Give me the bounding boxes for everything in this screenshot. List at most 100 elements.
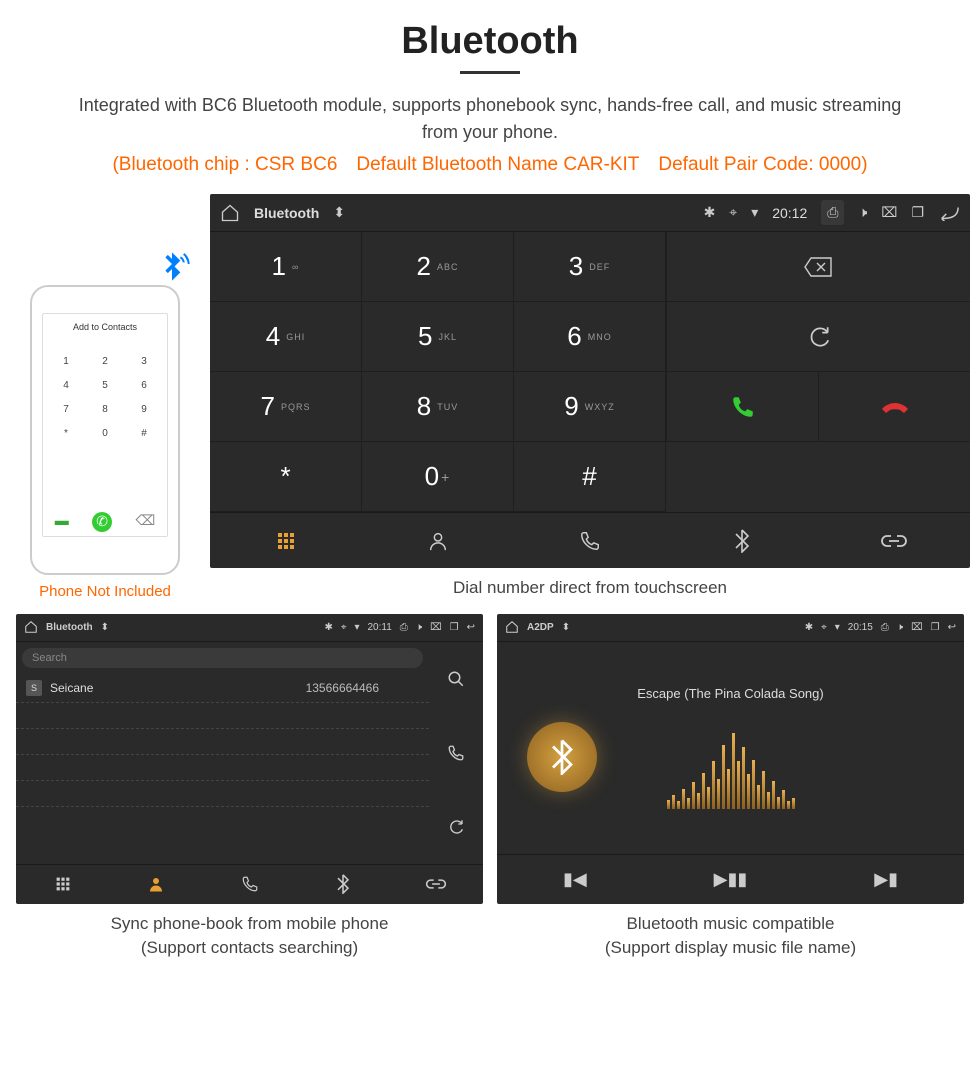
close-app-icon[interactable]: ⌧ — [911, 622, 923, 633]
key-3[interactable]: 3DEF — [514, 232, 666, 302]
tab-pair[interactable] — [390, 865, 483, 904]
phone-header: Add to Contacts — [47, 318, 163, 336]
key-7[interactable]: 7PQRS — [210, 372, 362, 442]
search-input[interactable]: Search — [22, 648, 423, 668]
phone-mockup: Add to Contacts 123 456 789 *0# ▬ ✆ ⌫ — [30, 285, 180, 575]
camera-icon[interactable]: ⎙ — [821, 200, 844, 225]
subtitle: Integrated with BC6 Bluetooth module, su… — [10, 92, 970, 146]
tab-dialer[interactable] — [210, 513, 362, 568]
tab-bluetooth[interactable] — [666, 513, 818, 568]
album-art-bluetooth-icon — [527, 722, 597, 792]
contact-row-empty — [16, 703, 429, 729]
tab-pair[interactable] — [818, 513, 970, 568]
clock: 20:15 — [848, 622, 873, 633]
title-underline — [460, 71, 520, 74]
contact-letter: S — [26, 680, 42, 696]
usb-icon: ⬍ — [333, 204, 345, 221]
play-pause-button[interactable]: ▶▮▮ — [653, 855, 809, 904]
contact-row[interactable]: S Seicane 13566664466 — [16, 674, 429, 703]
dialer-screen: Bluetooth ⬍ ✱ ⌖ ▾ 20:12 ⎙ 🕨 ⌧ ❐ 1∞ — [210, 194, 970, 568]
volume-icon[interactable]: 🕨 — [416, 622, 422, 633]
key-1[interactable]: 1∞ — [210, 232, 362, 302]
track-title: Escape (The Pina Colada Song) — [637, 686, 823, 701]
bluetooth-status-icon: ✱ — [324, 622, 332, 633]
key-0[interactable]: 0+ — [362, 442, 514, 512]
backspace-button[interactable] — [666, 232, 970, 302]
key-hash[interactable]: # — [514, 442, 666, 512]
key-star[interactable]: * — [210, 442, 362, 512]
bluetooth-spec-note: (Bluetooth chip : CSR BC6 Default Blueto… — [10, 154, 970, 176]
location-icon: ⌖ — [341, 622, 347, 633]
redial-button[interactable] — [666, 302, 970, 372]
app-title: A2DP — [527, 622, 554, 633]
phone-caption: Phone Not Included — [10, 583, 200, 600]
system-bar: A2DP ⬍ ✱ ⌖ ▾ 20:15 ⎙ 🕨 ⌧ ❐ ↩ — [497, 614, 964, 642]
key-5[interactable]: 5JKL — [362, 302, 514, 372]
key-2[interactable]: 2ABC — [362, 232, 514, 302]
call-button[interactable] — [666, 372, 818, 442]
camera-icon[interactable]: ⎙ — [400, 622, 408, 633]
volume-icon[interactable]: 🕨 — [858, 204, 867, 221]
back-icon[interactable] — [938, 205, 960, 221]
back-icon[interactable]: ↩ — [467, 622, 475, 633]
home-icon[interactable] — [24, 620, 38, 634]
phone-mini-keypad: 123 456 789 *0# — [47, 350, 163, 445]
app-title: Bluetooth — [254, 205, 319, 221]
clock: 20:12 — [772, 205, 807, 221]
tab-bluetooth[interactable] — [296, 865, 389, 904]
close-app-icon[interactable]: ⌧ — [430, 622, 442, 633]
usb-icon: ⬍ — [101, 622, 109, 633]
music-caption: Bluetooth music compatible(Support displ… — [497, 912, 964, 960]
phone-mini-bottom: ▬ ✆ ⌫ — [43, 512, 167, 532]
key-8[interactable]: 8TUV — [362, 372, 514, 442]
contact-name: Seicane — [50, 681, 93, 695]
home-icon[interactable] — [220, 203, 240, 223]
phonebook-caption: Sync phone-book from mobile phone(Suppor… — [16, 912, 483, 960]
key-6[interactable]: 6MNO — [514, 302, 666, 372]
recent-apps-icon[interactable]: ❐ — [450, 622, 459, 633]
key-4[interactable]: 4GHI — [210, 302, 362, 372]
music-screen: A2DP ⬍ ✱ ⌖ ▾ 20:15 ⎙ 🕨 ⌧ ❐ ↩ Escape (The… — [497, 614, 964, 904]
clock: 20:11 — [368, 622, 392, 633]
close-app-icon[interactable]: ⌧ — [881, 204, 897, 221]
page-title: Bluetooth — [10, 20, 970, 63]
wifi-icon: ▾ — [354, 622, 359, 633]
visualizer — [667, 729, 795, 809]
location-icon: ⌖ — [729, 204, 737, 221]
side-sync-icon[interactable] — [429, 790, 483, 864]
camera-icon[interactable]: ⎙ — [881, 622, 889, 633]
location-icon: ⌖ — [821, 622, 827, 633]
home-icon[interactable] — [505, 620, 519, 634]
app-title: Bluetooth — [46, 622, 93, 633]
bluetooth-status-icon: ✱ — [805, 622, 813, 633]
wifi-icon: ▾ — [835, 622, 840, 633]
next-track-button[interactable]: ▶▮ — [808, 855, 964, 904]
volume-icon[interactable]: 🕨 — [897, 622, 903, 633]
contact-row-empty — [16, 781, 429, 807]
usb-icon: ⬍ — [562, 622, 570, 633]
side-search-icon[interactable] — [429, 642, 483, 716]
contact-row-empty — [16, 755, 429, 781]
tab-contacts[interactable] — [362, 513, 514, 568]
contact-number: 13566664466 — [306, 681, 379, 695]
recent-apps-icon[interactable]: ❐ — [911, 204, 924, 221]
tab-dialer[interactable] — [16, 865, 109, 904]
system-bar: Bluetooth ⬍ ✱ ⌖ ▾ 20:11 ⎙ 🕨 ⌧ ❐ ↩ — [16, 614, 483, 642]
bluetooth-status-icon: ✱ — [704, 204, 716, 221]
hangup-button[interactable] — [818, 372, 970, 442]
wifi-icon: ▾ — [751, 204, 758, 221]
system-bar: Bluetooth ⬍ ✱ ⌖ ▾ 20:12 ⎙ 🕨 ⌧ ❐ — [210, 194, 970, 232]
back-icon[interactable]: ↩ — [948, 622, 956, 633]
tab-contacts[interactable] — [109, 865, 202, 904]
contact-row-empty — [16, 729, 429, 755]
tab-calllog[interactable] — [514, 513, 666, 568]
side-call-icon[interactable] — [429, 716, 483, 790]
recent-apps-icon[interactable]: ❐ — [931, 622, 940, 633]
dialer-caption: Dial number direct from touchscreen — [210, 576, 970, 600]
tab-calllog[interactable] — [203, 865, 296, 904]
dialer-keypad: 1∞ 2ABC 3DEF 4GHI 5JKL 6MNO 7PQRS 8TUV 9… — [210, 232, 666, 512]
key-9[interactable]: 9WXYZ — [514, 372, 666, 442]
phonebook-screen: Bluetooth ⬍ ✱ ⌖ ▾ 20:11 ⎙ 🕨 ⌧ ❐ ↩ Search — [16, 614, 483, 904]
bluetooth-signal-icon — [152, 249, 192, 289]
prev-track-button[interactable]: ▮◀ — [497, 855, 653, 904]
